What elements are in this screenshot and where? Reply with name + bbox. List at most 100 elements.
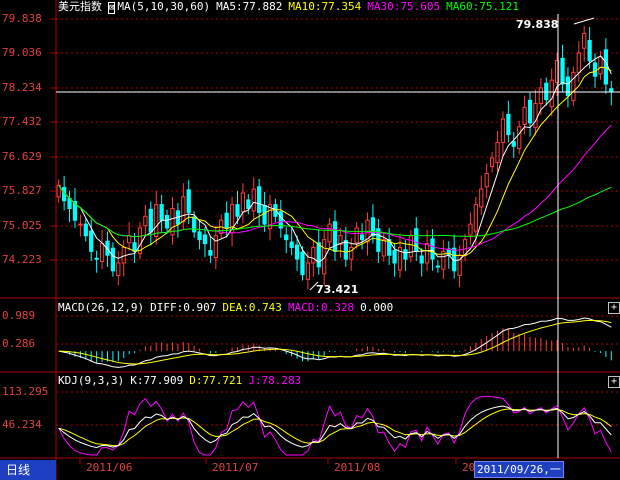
- kdj-y-label: 113.295: [2, 385, 49, 398]
- main-y-label: 75.827: [2, 184, 42, 197]
- main-y-label: 77.432: [2, 115, 42, 128]
- candle-body: [94, 257, 99, 260]
- candle-body: [213, 235, 218, 259]
- candle-body: [544, 82, 549, 101]
- candle-body: [127, 235, 132, 244]
- candle-body: [560, 57, 565, 85]
- macd-diff: DIFF:0.907: [150, 301, 217, 314]
- candle-body: [359, 234, 365, 241]
- macd-dea: DEA:0.743: [222, 301, 282, 314]
- indicator-switch-icon[interactable]: ⊠: [108, 2, 116, 14]
- candle-body: [354, 227, 359, 244]
- candle-body: [587, 39, 592, 62]
- candle-body: [197, 231, 202, 241]
- macd-diff-line: [58, 317, 612, 368]
- kdj-k: K:77.909: [130, 374, 184, 387]
- candle-body: [311, 246, 316, 264]
- candle-body: [89, 230, 94, 252]
- candle-body: [235, 204, 240, 217]
- macd-header: MACD(26,12,9) DIFF:0.907 DEA:0.743 MACD:0.3…: [58, 301, 399, 315]
- candle-body: [435, 265, 441, 268]
- candle-body: [592, 62, 598, 77]
- candle-body: [473, 204, 478, 232]
- candle-body: [511, 141, 516, 147]
- main-y-label: 79.838: [2, 12, 42, 25]
- ma30-value: MA30:75.605: [367, 0, 441, 13]
- candle-body: [565, 76, 571, 97]
- candle-body: [571, 71, 576, 101]
- candle-body: [240, 192, 246, 213]
- kdj-j-line: [58, 395, 612, 456]
- kdj-header: KDJ(9,3,3) K:77.909 D:77.721 J:78.283: [58, 374, 307, 388]
- candle-body: [159, 204, 164, 221]
- macd-macd: MACD:0.328: [287, 301, 355, 314]
- candle-body: [208, 250, 213, 256]
- candle-body: [132, 242, 137, 252]
- kdj-y-label: 46.234: [2, 418, 42, 431]
- x-axis-label: 2011/07: [212, 461, 259, 474]
- candle-body: [598, 56, 603, 75]
- candle-body: [164, 215, 170, 229]
- candle-body: [316, 242, 321, 268]
- kdj-params: KDJ(9,3,3): [58, 374, 125, 387]
- candle-body: [408, 235, 413, 258]
- candle-body: [181, 196, 186, 223]
- macd-params: MACD(26,12,9): [58, 301, 145, 314]
- candle-body: [517, 126, 522, 150]
- macd-expand-button[interactable]: +: [608, 302, 620, 314]
- macd-y-label: 0.286: [2, 337, 36, 350]
- candle-body: [479, 188, 484, 208]
- candle-body: [381, 239, 386, 257]
- candle-body: [533, 102, 538, 129]
- candle-body: [403, 249, 408, 260]
- period-tab-daily[interactable]: 日线: [0, 460, 56, 480]
- kdj-expand-button[interactable]: +: [608, 376, 620, 388]
- candle-body: [148, 208, 153, 233]
- candle-body: [489, 157, 495, 168]
- candle-body: [289, 241, 294, 248]
- main-y-label: 74.223: [2, 253, 42, 266]
- candle-body: [116, 262, 121, 276]
- candle-body: [294, 244, 300, 260]
- candle-body: [143, 215, 148, 227]
- candle-body: [83, 223, 88, 237]
- candle-body: [500, 118, 506, 143]
- ma5-value: MA5:77.882: [216, 0, 283, 13]
- candle-body: [576, 52, 581, 73]
- high-price-label: 79.838: [516, 18, 559, 31]
- main-y-label: 79.036: [2, 46, 42, 59]
- candle-body: [527, 99, 533, 124]
- candle-body: [202, 234, 208, 245]
- candle-body: [251, 188, 256, 212]
- kdj-j: J:78.283: [248, 374, 302, 387]
- candle-body: [484, 173, 489, 188]
- low-price-label: 73.421: [316, 283, 359, 296]
- candle-body: [495, 141, 500, 164]
- candle-body: [78, 223, 83, 226]
- candle-body: [305, 262, 311, 280]
- candle-body: [370, 217, 376, 237]
- ma60-value: MA60:75.121: [446, 0, 519, 13]
- candle-body: [419, 255, 424, 264]
- macd-zero: 0.000: [360, 301, 394, 314]
- main-header: 美元指数 ⊠ MA(5,10,30,60) MA5:77.882 MA10:77.354…: [58, 0, 525, 14]
- cursor-date-label: 2011/09/26,一: [474, 461, 564, 478]
- ma10-value: MA10:77.354: [288, 0, 362, 13]
- candle-body: [468, 223, 473, 236]
- main-y-label: 75.025: [2, 219, 42, 232]
- candle-body: [424, 243, 430, 264]
- candle-body: [522, 106, 527, 125]
- candle-body: [262, 204, 267, 225]
- candle-body: [327, 223, 332, 243]
- candle-body: [99, 243, 105, 262]
- candle-body: [192, 216, 197, 233]
- instrument-title: 美元指数: [58, 0, 102, 13]
- candle-body: [257, 186, 262, 213]
- candle-body: [549, 79, 554, 108]
- main-y-label: 76.629: [2, 150, 42, 163]
- candle-body: [603, 49, 608, 85]
- chart-canvas[interactable]: [0, 0, 620, 480]
- candle-body: [343, 239, 348, 260]
- ma-params: MA(5,10,30,60): [117, 0, 211, 13]
- candle-body: [538, 87, 543, 104]
